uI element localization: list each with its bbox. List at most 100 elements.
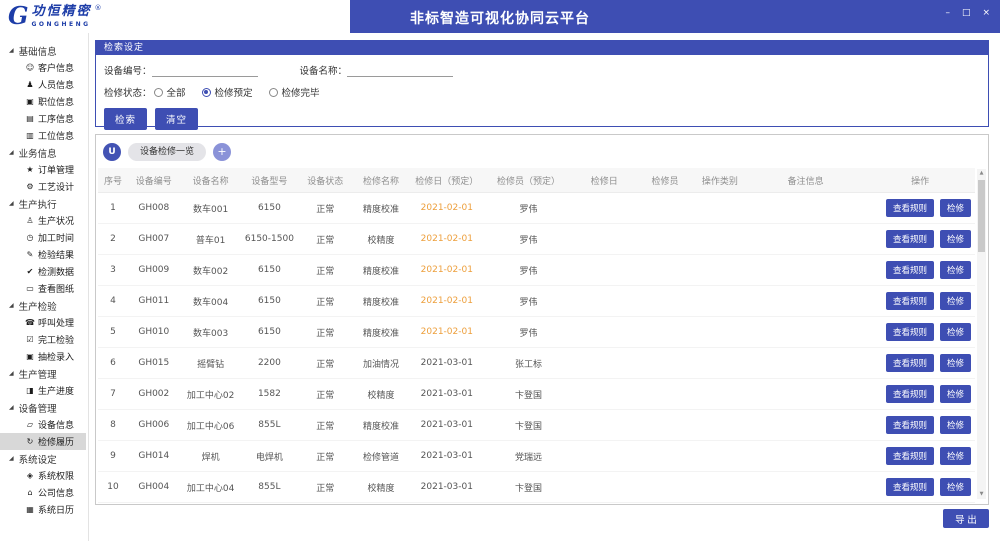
sidebar-item-processing-time[interactable]: ◷加工时间 <box>0 229 88 246</box>
sidebar-item-label: 公司信息 <box>38 486 74 499</box>
radio-circle-icon[interactable] <box>202 88 211 97</box>
cell-planned-date: 2021-02-01 <box>409 234 485 244</box>
search-button[interactable]: 检索 <box>104 108 147 130</box>
view-rule-button[interactable]: 查看规则 <box>886 292 934 310</box>
search-panel-title: 检索设定 <box>96 41 988 55</box>
cell-actions: 查看规则检修 <box>865 354 975 372</box>
sidebar-item-label: 系统权限 <box>38 469 74 482</box>
sidebar-group-business-info[interactable]: ◢业务信息 <box>0 144 88 161</box>
repair-button[interactable]: 检修 <box>940 292 971 310</box>
sidebar-group-system-settings[interactable]: ◢系统设定 <box>0 450 88 467</box>
repair-button[interactable]: 检修 <box>940 447 971 465</box>
sidebar-item-company-info[interactable]: ⌂公司信息 <box>0 484 88 501</box>
table-row: 7GH002加工中心021582正常校精度2021-03-01卞登国查看规则检修 <box>98 379 975 410</box>
export-button[interactable]: 导 出 <box>943 509 989 528</box>
sidebar-item-system-permission[interactable]: ◈系统权限 <box>0 467 88 484</box>
user-icon: ☺ <box>25 63 35 72</box>
sidebar-group-production-execution[interactable]: ◢生产执行 <box>0 195 88 212</box>
cell-model: 855L <box>242 482 298 492</box>
cell-planned-date: 2021-03-01 <box>409 389 485 399</box>
radio-circle-icon[interactable] <box>269 88 278 97</box>
cell-planned-by: 罗伟 <box>485 295 573 308</box>
sidebar-item-equipment-info[interactable]: ▱设备信息 <box>0 416 88 433</box>
maximize-button[interactable]: □ <box>962 7 971 19</box>
repair-button[interactable]: 检修 <box>940 478 971 496</box>
add-tab-button[interactable]: + <box>213 143 231 161</box>
clear-button[interactable]: 清空 <box>155 108 198 130</box>
cell-planned-date: 2021-03-01 <box>409 482 485 492</box>
expand-arrow-icon: ◢ <box>9 302 14 309</box>
sidebar-item-position-info[interactable]: ▣职位信息 <box>0 93 88 110</box>
device-code-input[interactable] <box>152 64 258 77</box>
radio-scheduled[interactable]: 检修预定 <box>202 85 253 99</box>
close-button[interactable]: × <box>982 7 990 19</box>
sidebar-item-label: 人员信息 <box>38 78 74 91</box>
sidebar-item-completion-inspection[interactable]: ☑完工检验 <box>0 331 88 348</box>
scrollbar-thumb[interactable] <box>978 180 985 252</box>
sidebar-item-production-progress[interactable]: ◨生产进度 <box>0 382 88 399</box>
cell-code: GH004 <box>128 482 180 492</box>
repair-button[interactable]: 检修 <box>940 230 971 248</box>
sidebar-item-customer-info[interactable]: ☺客户信息 <box>0 59 88 76</box>
repair-button[interactable]: 检修 <box>940 199 971 217</box>
cell-status: 正常 <box>297 481 353 494</box>
sidebar-item-order-management[interactable]: ★订单管理 <box>0 161 88 178</box>
sidebar-group-equipment-management[interactable]: ◢设备管理 <box>0 399 88 416</box>
sidebar-item-label: 检验结果 <box>38 248 74 261</box>
sidebar-group-production-inspection[interactable]: ◢生产检验 <box>0 297 88 314</box>
radio-label: 检修预定 <box>215 85 253 99</box>
sidebar-group-label: 系统设定 <box>19 452 57 466</box>
view-rule-button[interactable]: 查看规则 <box>886 478 934 496</box>
repair-button[interactable]: 检修 <box>940 416 971 434</box>
tab-equipment-maintenance[interactable]: 设备检修一览 <box>128 143 206 161</box>
view-rule-button[interactable]: 查看规则 <box>886 447 934 465</box>
sidebar-group-basic-info[interactable]: ◢基础信息 <box>0 42 88 59</box>
sidebar-item-label: 完工检验 <box>38 333 74 346</box>
table-body: 1GH008数车0016150正常精度校准2021-02-01罗伟查看规则检修2… <box>98 193 975 503</box>
star-icon: ★ <box>25 165 35 174</box>
expand-arrow-icon: ◢ <box>9 370 14 377</box>
scroll-down-icon[interactable]: ▼ <box>977 490 986 499</box>
cell-task: 精度校准 <box>353 202 409 215</box>
sidebar-item-process-design[interactable]: ⚙工艺设计 <box>0 178 88 195</box>
view-rule-button[interactable]: 查看规则 <box>886 416 934 434</box>
view-rule-button[interactable]: 查看规则 <box>886 230 934 248</box>
repair-button[interactable]: 检修 <box>940 385 971 403</box>
view-rule-button[interactable]: 查看规则 <box>886 261 934 279</box>
tab-user-icon[interactable]: U <box>103 143 121 161</box>
sidebar-item-inspection-result[interactable]: ✎检验结果 <box>0 246 88 263</box>
table-scrollbar[interactable]: ▲ ▼ <box>977 169 986 499</box>
view-rule-button[interactable]: 查看规则 <box>886 354 934 372</box>
sidebar-item-system-calendar[interactable]: ▦系统日历 <box>0 501 88 518</box>
scroll-up-icon[interactable]: ▲ <box>977 169 986 178</box>
sidebar-group-production-management[interactable]: ◢生产管理 <box>0 365 88 382</box>
radio-all[interactable]: 全部 <box>154 85 186 99</box>
sidebar-item-production-status[interactable]: ♙生产状况 <box>0 212 88 229</box>
sidebar-item-inspection-data[interactable]: ✔检测数据 <box>0 263 88 280</box>
radio-completed[interactable]: 检修完毕 <box>269 85 320 99</box>
sidebar-item-process-info[interactable]: ▤工序信息 <box>0 110 88 127</box>
repair-button[interactable]: 检修 <box>940 323 971 341</box>
sidebar-item-personnel-info[interactable]: ♟人员信息 <box>0 76 88 93</box>
sidebar-item-maintenance-history[interactable]: ↻检修履历 <box>0 433 86 450</box>
table-row: 6GH015摇臂钻2200正常加油情况2021-03-01张工标查看规则检修 <box>98 348 975 379</box>
cell-status: 正常 <box>297 233 353 246</box>
view-rule-button[interactable]: 查看规则 <box>886 323 934 341</box>
sidebar-item-label: 职位信息 <box>38 95 74 108</box>
cell-task: 加油情况 <box>353 357 409 370</box>
table-row: 10GH004加工中心04855L正常校精度2021-03-01卞登国查看规则检… <box>98 472 975 503</box>
cell-planned-by: 罗伟 <box>485 326 573 339</box>
view-rule-button[interactable]: 查看规则 <box>886 199 934 217</box>
sidebar-item-call-handling[interactable]: ☎呼叫处理 <box>0 314 88 331</box>
device-name-input[interactable] <box>347 64 453 77</box>
sidebar-item-view-drawing[interactable]: ▭查看图纸 <box>0 280 88 297</box>
sidebar-item-sampling-entry[interactable]: ▣抽检录入 <box>0 348 88 365</box>
check-icon: ✔ <box>25 267 35 276</box>
cell-model: 6150 <box>242 327 298 337</box>
repair-button[interactable]: 检修 <box>940 261 971 279</box>
repair-button[interactable]: 检修 <box>940 354 971 372</box>
minimize-button[interactable]: – <box>945 7 950 19</box>
view-rule-button[interactable]: 查看规则 <box>886 385 934 403</box>
sidebar-item-station-info[interactable]: ▥工位信息 <box>0 127 88 144</box>
radio-circle-icon[interactable] <box>154 88 163 97</box>
